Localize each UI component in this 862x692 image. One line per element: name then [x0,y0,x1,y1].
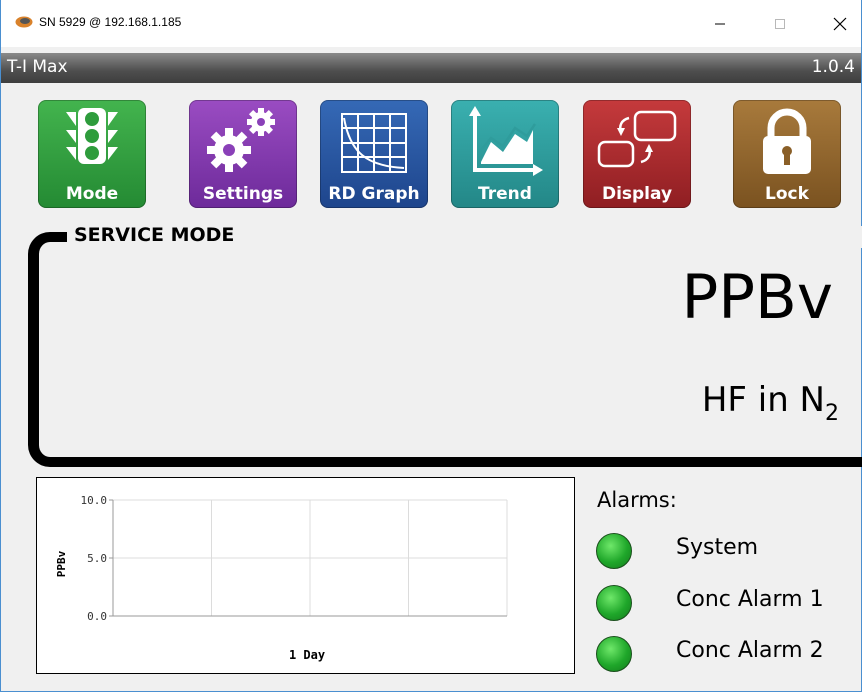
trend-button[interactable]: Trend [451,100,559,208]
grid-graph-icon [341,113,407,173]
window-title: SN 5929 @ 192.168.1.185 [39,15,182,29]
gas-subscript: 2 [825,401,839,426]
alarm-label: Conc Alarm 2 [676,638,824,663]
close-button[interactable] [817,0,862,47]
concentration-chart[interactable]: 10.0 5.0 0.0 PPBv 1 Day [36,477,575,674]
maximize-icon [775,18,785,29]
status-led [596,636,632,672]
chart-y-tick-label: 0.0 [87,610,107,623]
settings-label: Settings [202,184,284,204]
lock-label: Lock [765,184,809,204]
maximize-button[interactable] [757,0,803,47]
app-name: T-I Max [7,57,68,77]
display-button[interactable]: Display [583,100,691,208]
trend-chart-icon [469,106,543,176]
mode-button[interactable]: Mode [38,100,146,208]
app-logo-icon [15,16,33,28]
app-version: 1.0.4 [811,57,855,77]
settings-button[interactable]: Settings [189,100,297,208]
window-titlebar: SN 5929 @ 192.168.1.185 [1,0,861,47]
trend-label: Trend [478,184,532,204]
chart-y-tick-label: 5.0 [87,552,107,565]
alarm-conc-1: Conc Alarm 1 [596,582,858,622]
rd-graph-label: RD Graph [328,184,420,204]
close-icon [833,17,847,30]
chart-x-axis-label: 1 Day [289,648,325,662]
display-label: Display [601,184,673,204]
lock-button[interactable]: Lock [733,100,841,208]
mode-label: Mode [65,184,119,204]
chart-canvas: 10.0 5.0 0.0 PPBv 1 Day [55,494,508,662]
rd-graph-button[interactable]: RD Graph [320,100,428,208]
padlock-icon [763,108,811,174]
alarms-title: Alarms: [597,488,677,512]
chart-y-tick-label: 10.0 [81,494,108,507]
alarm-system: System [596,530,858,570]
gears-icon [207,108,275,172]
minimize-icon [715,23,725,24]
alarm-label: Conc Alarm 1 [676,587,824,612]
chart-y-axis-label: PPBv [55,550,68,577]
status-led [596,533,632,569]
minimize-button[interactable] [697,0,743,47]
swap-display-icon [597,110,677,168]
app-header-bar: T-I Max 1.0.4 [1,53,861,83]
status-led [596,585,632,621]
units-display: PPBv [681,262,833,333]
alarm-conc-2: Conc Alarm 2 [596,633,858,673]
alarm-label: System [676,535,759,560]
gas-display: HF in N2 [702,380,839,426]
gas-name: HF in N [701,380,825,420]
traffic-light-icon [66,108,118,164]
service-mode-label: SERVICE MODE [74,224,235,246]
